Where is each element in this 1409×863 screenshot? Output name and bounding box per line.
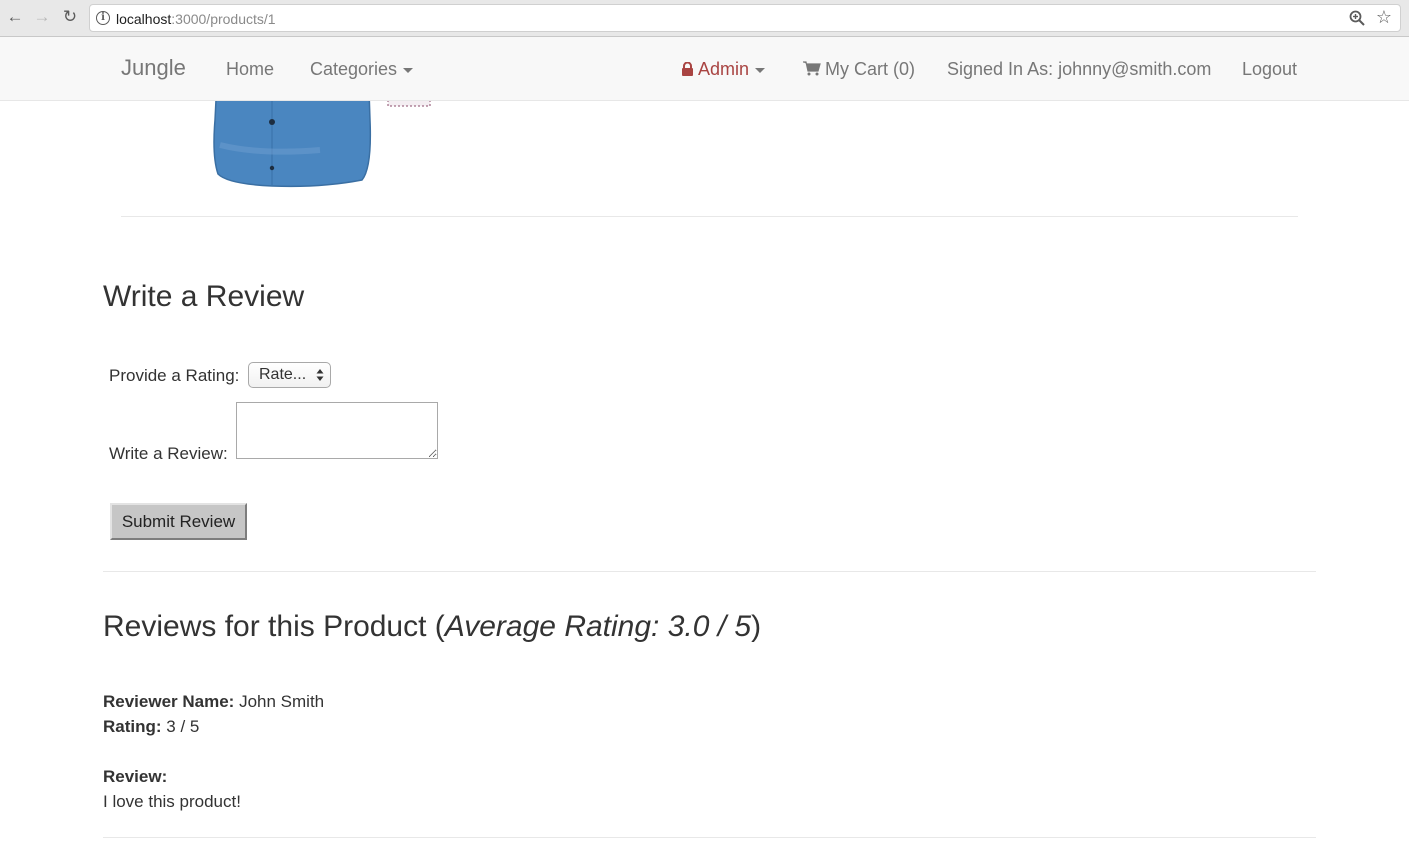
reviewer-name-label: Reviewer Name: [103, 692, 235, 711]
logout-link[interactable]: Logout [1242, 58, 1297, 80]
info-icon[interactable]: i [96, 11, 110, 25]
reviews-title: Reviews for this Product (Average Rating… [103, 609, 761, 645]
shopping-cart-icon [803, 61, 821, 76]
bookmark-star-icon[interactable]: ☆ [1376, 7, 1392, 27]
divider [103, 571, 1316, 572]
cart-label: My Cart (0) [825, 59, 915, 79]
browser-toolbar: ← → ↻ i localhost:3000/products/1 ☆ [0, 0, 1409, 37]
url-text[interactable]: localhost:3000/products/1 [116, 10, 276, 28]
admin-dropdown[interactable]: Admin [681, 58, 766, 80]
home-link[interactable]: Home [226, 58, 274, 80]
review-label: Write a Review: [109, 444, 228, 463]
review-textarea[interactable] [236, 402, 438, 459]
url-path: :3000/products/1 [171, 11, 276, 27]
review-text-label: Review: [103, 767, 168, 786]
back-arrow-icon[interactable]: ← [6, 8, 24, 26]
divider [103, 837, 1316, 838]
rating-label: Provide a Rating: [109, 366, 240, 385]
zoom-icon[interactable] [1348, 9, 1366, 27]
chevron-down-icon [755, 67, 766, 73]
forward-arrow-icon[interactable]: → [33, 8, 51, 26]
rating-select-value: Rate... [259, 366, 307, 383]
select-arrows-icon [316, 369, 324, 381]
lock-icon [682, 62, 693, 76]
categories-dropdown[interactable]: Categories [310, 58, 414, 80]
rating-label-bold: Rating: [103, 717, 162, 736]
reviewer-name-row: Reviewer Name: John Smith [103, 689, 324, 714]
write-review-title: Write a Review [103, 280, 305, 313]
rating-select[interactable]: Rate... [248, 362, 331, 388]
submit-review-button[interactable]: Submit Review [110, 503, 247, 540]
review-text: I love this product! [103, 792, 241, 811]
admin-label: Admin [698, 59, 750, 79]
main-navbar: Jungle Home Categories Admin My Cart (0)… [0, 37, 1409, 101]
reviewer-name: John Smith [239, 692, 325, 711]
reload-icon[interactable]: ↻ [61, 8, 79, 26]
divider [121, 216, 1298, 217]
cart-link[interactable]: My Cart (0) [803, 58, 915, 80]
review-item: Reviewer Name: John Smith Rating: 3 / 5 … [103, 689, 324, 814]
categories-label: Categories [310, 59, 398, 79]
average-rating: Average Rating: 3.0 / 5 [444, 610, 752, 643]
brand-link[interactable]: Jungle [121, 57, 186, 79]
reviews-title-prefix: Reviews for this Product ( [103, 610, 445, 643]
signed-in-user[interactable]: Signed In As: johnny@smith.com [947, 58, 1211, 80]
chevron-down-icon [403, 67, 414, 73]
rating-value: 3 / 5 [166, 717, 200, 736]
url-host: localhost [116, 11, 172, 27]
rating-row: Rating: 3 / 5 [103, 714, 324, 739]
reviews-title-suffix: ) [751, 610, 762, 643]
address-bar[interactable]: i localhost:3000/products/1 ☆ [89, 4, 1401, 32]
